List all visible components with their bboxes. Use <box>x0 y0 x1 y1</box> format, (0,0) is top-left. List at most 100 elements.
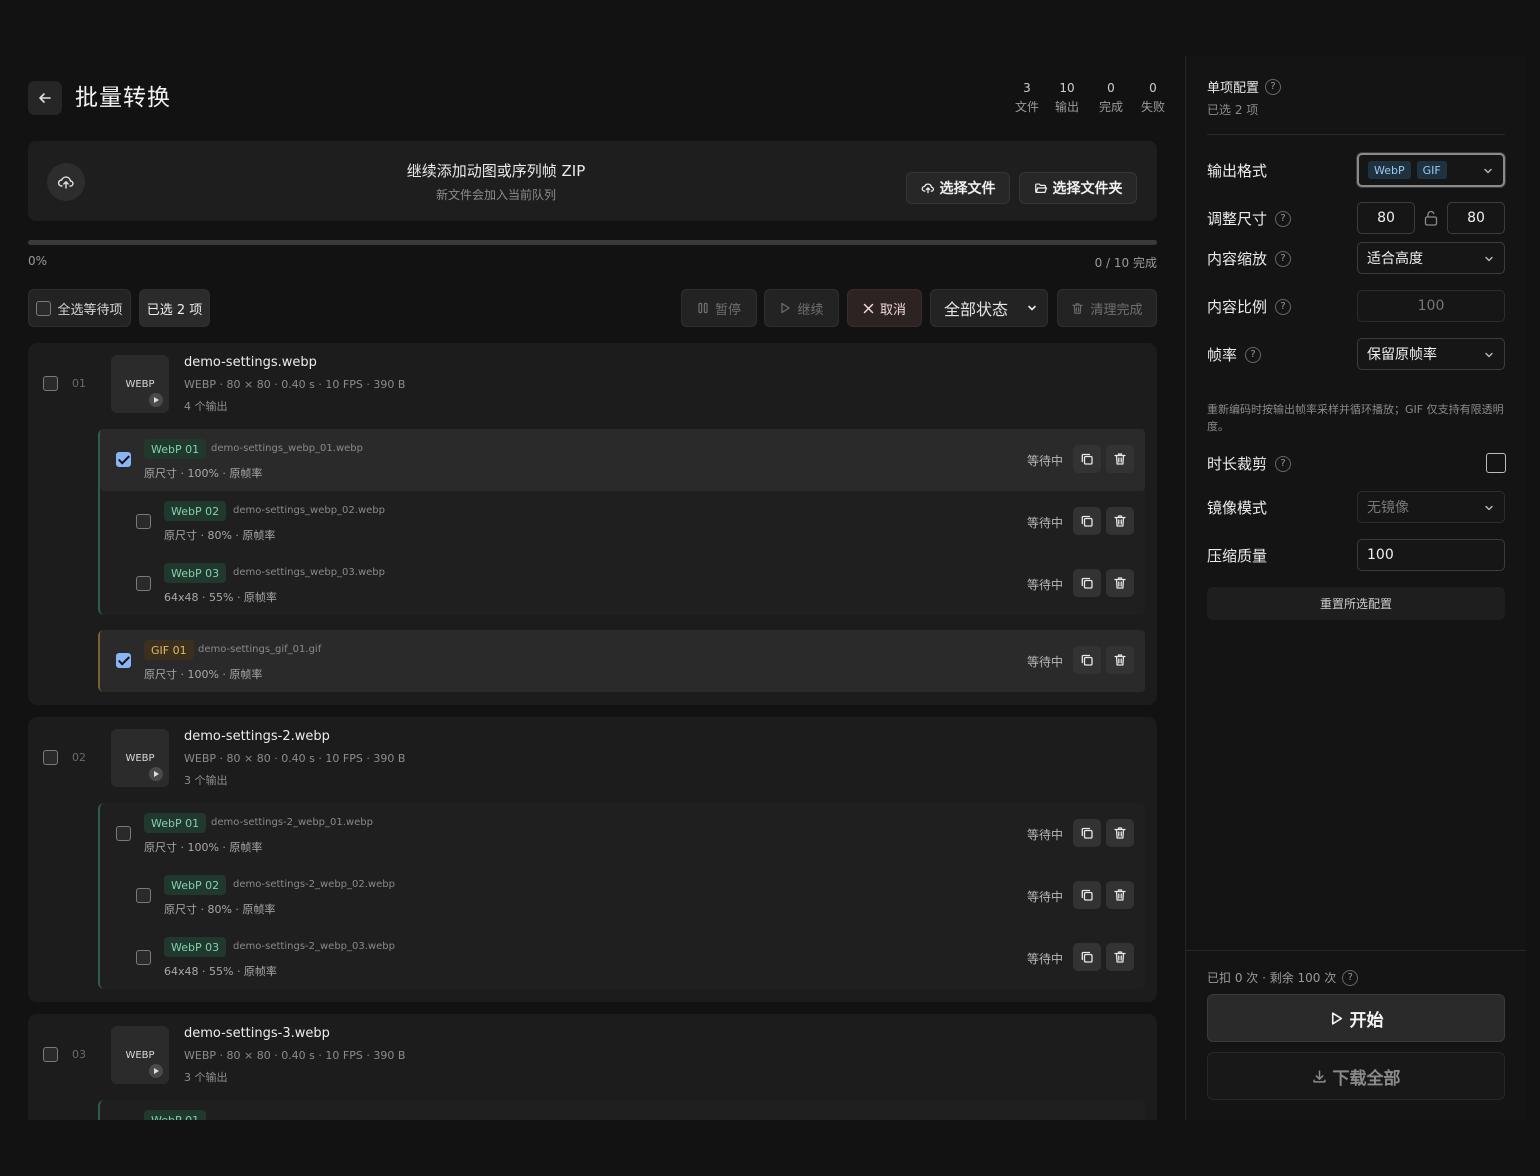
file-checkbox[interactable] <box>43 750 58 765</box>
folder-open-icon <box>1034 183 1047 193</box>
output-row[interactable]: WebP 02 demo-settings-2_webp_02.webp 原尺寸… <box>100 865 1145 927</box>
pause-button[interactable]: 暂停 <box>681 289 757 327</box>
output-status: 等待中 <box>1026 454 1063 468</box>
help-icon[interactable]: ? <box>1275 250 1292 267</box>
file-checkbox[interactable] <box>43 376 58 391</box>
copy-icon <box>1081 951 1093 963</box>
duplicate-button[interactable] <box>1073 881 1101 909</box>
divider <box>1186 950 1526 951</box>
cancel-label: 取消 <box>879 302 906 318</box>
file-index: 02 <box>72 751 86 764</box>
help-icon[interactable]: ? <box>1342 969 1359 986</box>
duplicate-button[interactable] <box>1073 943 1101 971</box>
output-checkbox[interactable] <box>136 514 151 529</box>
output-checkbox[interactable] <box>136 576 151 591</box>
chevron-down-icon <box>1484 168 1492 174</box>
output-row[interactable]: WebP 01 demo-settings-2_webp_01.webp 原尺寸… <box>100 803 1145 865</box>
delete-button[interactable] <box>1106 881 1134 909</box>
output-row[interactable]: GIF 01 demo-settings_gif_01.gif 原尺寸 · 10… <box>100 630 1145 692</box>
progress-count: 0 / 10 完成 <box>1094 256 1157 270</box>
upload-dropzone[interactable]: 继续添加动图或序列帧 ZIP 新文件会加入当前队列 选择文件 选择文件夹 <box>28 141 1157 221</box>
quota-text: 已扣 0 次 · 剩余 100 次 <box>1207 971 1337 985</box>
duplicate-button[interactable] <box>1073 646 1101 674</box>
help-icon[interactable]: ? <box>1265 78 1282 95</box>
duplicate-button[interactable] <box>1073 569 1101 597</box>
output-row[interactable]: WebP 01 <box>100 1100 1145 1120</box>
output-row[interactable]: WebP 01 demo-settings_webp_01.webp 原尺寸 ·… <box>100 429 1145 491</box>
delete-button[interactable] <box>1106 569 1134 597</box>
back-button[interactable] <box>28 81 62 115</box>
trash-icon <box>1114 889 1126 901</box>
download-label: 下载全部 <box>1332 1068 1401 1089</box>
output-row[interactable]: WebP 03 demo-settings_webp_03.webp 64x48… <box>100 553 1145 615</box>
delete-button[interactable] <box>1106 819 1134 847</box>
file-checkbox[interactable] <box>43 1047 58 1062</box>
output-desc: 原尺寸 · 80% · 原帧率 <box>164 903 276 916</box>
download-all-button[interactable]: 下载全部 <box>1207 1052 1505 1100</box>
trash-icon <box>1114 654 1126 666</box>
copy-icon <box>1081 453 1093 465</box>
delete-button[interactable] <box>1106 646 1134 674</box>
thumbnail-format-label: WEBP <box>125 752 155 764</box>
output-row[interactable]: WebP 02 demo-settings_webp_02.webp 原尺寸 ·… <box>100 491 1145 553</box>
file-thumbnail[interactable]: WEBP <box>111 1026 169 1084</box>
height-input[interactable]: 80 <box>1447 202 1505 234</box>
status-filter-select[interactable]: 全部状态 <box>930 289 1048 327</box>
frame-rate-value: 保留原帧率 <box>1367 347 1437 363</box>
content-scale-value: 适合高度 <box>1367 251 1423 267</box>
format-tag: WebP 01 <box>144 439 207 459</box>
choose-folder-button[interactable]: 选择文件夹 <box>1019 172 1137 204</box>
resize-label: 调整尺寸 ? <box>1207 208 1292 229</box>
format-tag: GIF 01 <box>144 640 194 660</box>
frame-rate-select[interactable]: 保留原帧率 <box>1357 338 1505 370</box>
start-label: 开始 <box>1349 1010 1384 1031</box>
frame-rate-hint: 重新编码时按输出帧率采样并循环播放；GIF 仅支持有限透明度。 <box>1207 403 1504 433</box>
select-waiting-button[interactable]: 全选等待项 <box>28 289 131 327</box>
start-button[interactable]: 开始 <box>1207 994 1505 1042</box>
duplicate-button[interactable] <box>1073 819 1101 847</box>
delete-button[interactable] <box>1106 507 1134 535</box>
help-icon[interactable]: ? <box>1275 298 1292 315</box>
help-icon[interactable]: ? <box>1275 210 1292 227</box>
resume-button[interactable]: 继续 <box>764 289 839 327</box>
page-title: 批量转换 <box>75 85 171 111</box>
file-thumbnail[interactable]: WEBP <box>111 355 169 413</box>
content-ratio-input[interactable]: 100 <box>1357 290 1505 322</box>
select-waiting-checkbox[interactable] <box>36 300 52 316</box>
quality-input[interactable]: 100 <box>1357 539 1505 571</box>
reset-selected-button[interactable]: 重置所选配置 <box>1207 587 1505 620</box>
resume-label: 继续 <box>797 302 824 318</box>
delete-button[interactable] <box>1106 943 1134 971</box>
copy-icon <box>1081 654 1093 666</box>
divider <box>1207 134 1505 135</box>
file-card: 01 WEBP demo-settings.webp WEBP · 80 × 8… <box>28 343 1157 705</box>
width-input[interactable]: 80 <box>1357 202 1415 234</box>
duplicate-button[interactable] <box>1073 507 1101 535</box>
help-icon[interactable]: ? <box>1275 455 1292 472</box>
delete-button[interactable] <box>1106 445 1134 473</box>
mirror-select[interactable]: 无镜像 <box>1357 491 1505 523</box>
quota-info: 已扣 0 次 · 剩余 100 次 ? <box>1207 969 1359 986</box>
file-thumbnail[interactable]: WEBP <box>111 729 169 787</box>
frame-rate-label: 帧率 ? <box>1207 344 1262 365</box>
output-checkbox[interactable] <box>136 888 151 903</box>
clear-done-button[interactable]: 清理完成 <box>1057 289 1157 327</box>
trash-icon <box>1114 453 1126 465</box>
upload-title: 继续添加动图或序列帧 ZIP <box>406 162 586 180</box>
output-checkbox[interactable] <box>136 950 151 965</box>
lock-open-icon[interactable] <box>1423 209 1439 227</box>
output-checkbox[interactable] <box>116 653 131 668</box>
trim-checkbox[interactable] <box>1486 453 1506 473</box>
output-checkbox[interactable] <box>116 826 131 841</box>
output-format-select[interactable]: WebP GIF <box>1357 153 1505 187</box>
choose-files-button[interactable]: 选择文件 <box>906 172 1010 204</box>
output-checkbox[interactable] <box>116 452 131 467</box>
stat-failed: 0 失败 <box>1140 81 1165 114</box>
output-desc: 64x48 · 55% · 原帧率 <box>164 591 277 604</box>
help-icon[interactable]: ? <box>1245 346 1262 363</box>
output-row[interactable]: WebP 03 demo-settings-2_webp_03.webp 64x… <box>100 927 1145 989</box>
duplicate-button[interactable] <box>1073 445 1101 473</box>
content-scale-select[interactable]: 适合高度 <box>1357 242 1505 274</box>
cancel-button[interactable]: 取消 <box>847 289 922 327</box>
progress-bar <box>28 240 1157 245</box>
